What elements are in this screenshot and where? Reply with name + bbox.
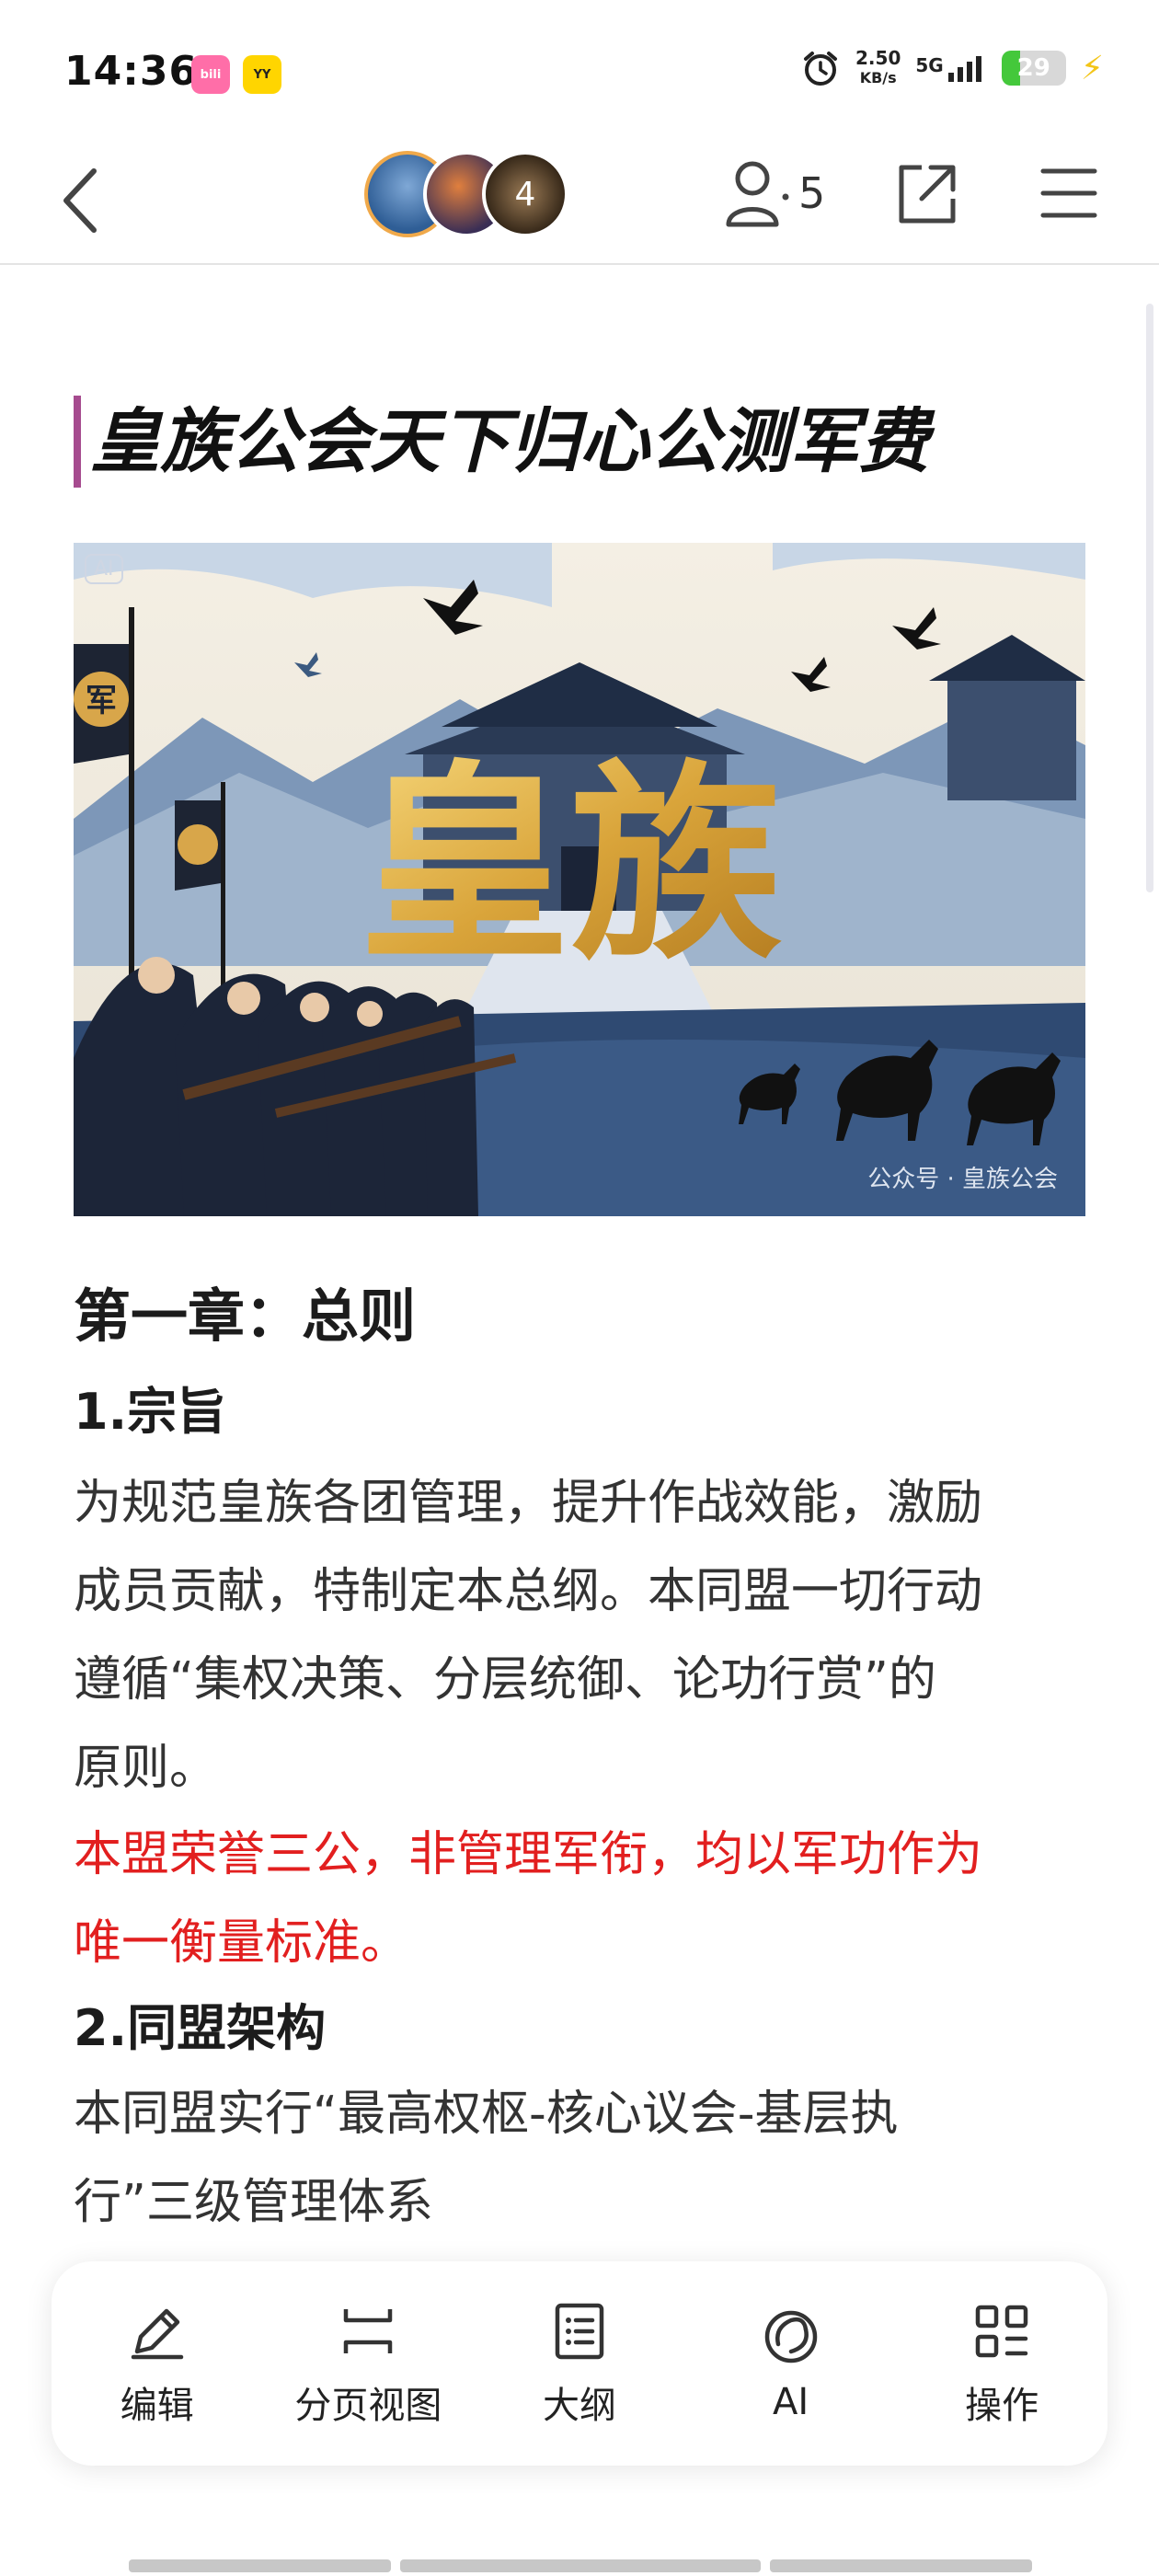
hero-big-text: 皇族: [359, 741, 782, 989]
outline-icon: [555, 2303, 604, 2360]
operations-label: 操作: [965, 2385, 1039, 2427]
outline-button[interactable]: 大纲: [488, 2298, 671, 2429]
yy-icon: YY: [243, 55, 281, 94]
avatar-more-count[interactable]: 4: [482, 151, 568, 237]
charging-icon: ⚡: [1080, 49, 1104, 87]
paragraph-line: 原则。: [74, 1741, 218, 1796]
ai-button[interactable]: AI: [699, 2304, 883, 2423]
paragraph-line: 本同盟实行“最高权枢-核心议会-基层执: [74, 2087, 899, 2142]
net-speed-unit: KB/s: [859, 69, 897, 86]
progress-segment: [770, 2559, 1032, 2572]
paragraph-line: 成员贡献，特制定本总纲。本同盟一切行动: [74, 1564, 983, 1619]
member-count: 5: [798, 168, 826, 218]
ai-label: AI: [772, 2381, 809, 2423]
collaborator-avatars[interactable]: 4: [364, 151, 568, 237]
page-view-icon: [344, 2309, 393, 2353]
page-view-label: 分页视图: [294, 2385, 442, 2427]
ai-generated-tag: AI: [85, 554, 123, 584]
page-view-button[interactable]: 分页视图: [276, 2298, 460, 2429]
hero-watermark: 公众号 · 皇族公会: [867, 1166, 1058, 1193]
paragraph: 为规范皇族各团管理，提升作战效能，激励 成员贡献，特制定本总纲。本同盟一切行动 …: [74, 1459, 1085, 1812]
outline-label: 大纲: [542, 2385, 616, 2427]
progress-segment: [129, 2559, 391, 2572]
battery-percent: 29: [1016, 54, 1050, 82]
article-title: 皇族公会天下归心公测军费: [74, 396, 1085, 488]
signal-5g: 5G: [915, 54, 986, 82]
menu-icon[interactable]: [1039, 158, 1098, 228]
hero-illustration: 皇族 军 公众号 · 皇族公会: [74, 543, 1085, 1216]
edit-button[interactable]: 编辑: [65, 2298, 249, 2429]
paragraph: 本同盟实行“最高权枢-核心议会-基层执 行”三级管理体系: [74, 2070, 1085, 2247]
alarm-icon: [804, 52, 838, 86]
operations-button[interactable]: 操作: [910, 2298, 1094, 2429]
member-count-button[interactable]: 5: [725, 158, 825, 228]
grid-icon: [975, 2305, 1028, 2358]
article-content: 皇族公会天下归心公测军费 皇族 军 公众号 · 皇族公会 AI 第一章：总则 1…: [74, 267, 1085, 2230]
progress-segment: [400, 2559, 761, 2572]
bilibili-icon: bili: [191, 55, 230, 94]
highlight-paragraph: 本盟荣誉三公，非管理军衔，均以军功作为 唯一衡量标准。: [74, 1811, 1085, 1987]
paragraph-line: 遵循“集权决策、分层统御、论功行赏”的: [74, 1652, 936, 1708]
paragraph-line: 本盟荣誉三公，非管理军衔，均以军功作为: [74, 1827, 983, 1882]
top-nav-bar: 4 5: [0, 138, 1159, 265]
edit-label: 编辑: [120, 2385, 194, 2427]
section-heading: 1.宗旨: [74, 1383, 227, 1441]
net-speed-value: 2.50: [855, 47, 901, 69]
share-icon[interactable]: [894, 158, 960, 228]
flag-char: 军: [86, 683, 117, 719]
status-indicators: 2.50 KB/s 5G 29 ⚡: [800, 48, 1104, 88]
network-type: 5G: [915, 54, 944, 76]
scrollbar[interactable]: [1146, 304, 1153, 892]
chapter-heading: 第一章：总则: [74, 1282, 417, 1350]
net-speed: 2.50 KB/s: [855, 48, 901, 88]
user-icon: [726, 161, 789, 227]
paragraph-line: 唯一衡量标准。: [74, 1915, 409, 1971]
clock: 14:36: [64, 48, 199, 95]
paragraph-line: 行”三级管理体系: [74, 2175, 433, 2230]
bottom-toolbar: 编辑 分页视图 大纲 AI 操作: [52, 2261, 1107, 2466]
battery-indicator: 29: [1001, 51, 1066, 86]
pencil-icon: [131, 2308, 184, 2360]
back-icon[interactable]: [53, 164, 109, 237]
avatar-count: 4: [514, 175, 536, 213]
section-heading: 2.同盟架构: [74, 1999, 327, 2057]
hero-image: 皇族 军 公众号 · 皇族公会 AI: [74, 543, 1085, 1216]
signal-icon: [947, 56, 981, 82]
paragraph-line: 为规范皇族各团管理，提升作战效能，激励: [74, 1476, 983, 1531]
status-bar: 14:36 bili YY 2.50 KB/s 5G 29 ⚡: [0, 0, 1159, 138]
ai-icon: [764, 2310, 817, 2363]
